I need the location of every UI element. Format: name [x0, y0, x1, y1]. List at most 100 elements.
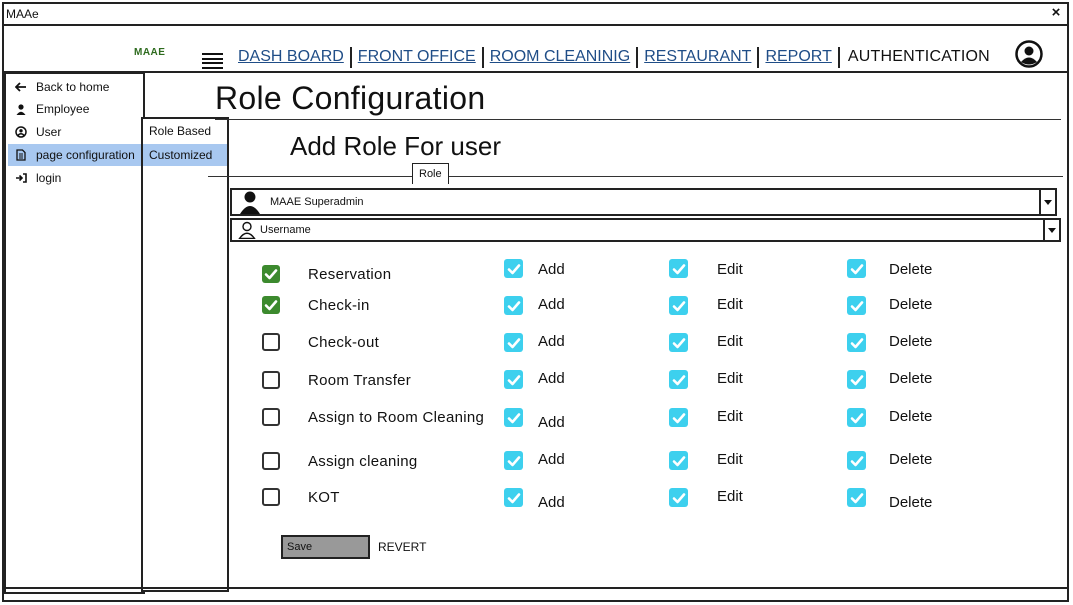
permission-checkbox[interactable] [262, 408, 280, 426]
add-checkbox[interactable] [504, 408, 523, 427]
permission-label: Check-in [308, 297, 370, 314]
delete-label: Delete [889, 451, 933, 468]
permission-row: Assign cleaning Add Edit Delete [260, 448, 1060, 474]
add-checkbox[interactable] [504, 259, 523, 278]
add-label: Add [538, 494, 565, 511]
submenu-item-role-based[interactable]: Role Based [143, 120, 227, 142]
permission-row: Assign to Room Cleaning Add Edit Delete [260, 404, 1060, 431]
top-nav: DASH BOARD FRONT OFFICE ROOM CLEANINIG R… [238, 46, 990, 68]
sidebar-item-back-to-home[interactable]: Back to home [8, 76, 143, 98]
permission-label: Check-out [308, 334, 380, 351]
delete-label: Delete [889, 370, 933, 387]
delete-checkbox[interactable] [847, 488, 866, 507]
title-divider [215, 119, 1061, 120]
login-icon [14, 173, 28, 183]
window-title: MAAe [6, 7, 39, 21]
delete-checkbox[interactable] [847, 333, 866, 352]
document-icon [14, 149, 28, 161]
edit-label: Edit [717, 488, 743, 505]
nav-front-office[interactable]: FRONT OFFICE [352, 48, 482, 66]
edit-checkbox[interactable] [669, 296, 688, 315]
edit-checkbox[interactable] [669, 259, 688, 278]
logo: MAAE [134, 47, 166, 58]
edit-label: Edit [717, 370, 743, 387]
delete-checkbox[interactable] [847, 370, 866, 389]
delete-checkbox[interactable] [847, 296, 866, 315]
sidebar-item-user[interactable]: User [8, 121, 143, 143]
nav-restaurant[interactable]: RESTAURANT [638, 48, 757, 66]
add-checkbox[interactable] [504, 488, 523, 507]
permission-row: Check-in Add Edit Delete [260, 292, 1060, 318]
add-checkbox[interactable] [504, 451, 523, 470]
permission-checkbox[interactable] [262, 265, 280, 283]
role-divider [208, 176, 1063, 177]
permission-label: KOT [308, 489, 340, 506]
sidebar-item-label: Employee [36, 102, 90, 116]
sidebar-item-page-configuration[interactable]: page configuration [8, 144, 143, 166]
role-tab[interactable]: Role [412, 163, 449, 184]
permission-label: Reservation [308, 266, 392, 283]
user-avatar-icon[interactable] [1015, 40, 1043, 68]
delete-label: Delete [889, 333, 933, 350]
edit-checkbox[interactable] [669, 488, 688, 507]
role-select-value: MAAE Superadmin [270, 196, 364, 208]
add-label: Add [538, 414, 565, 431]
edit-label: Edit [717, 451, 743, 468]
edit-checkbox[interactable] [669, 408, 688, 427]
sidebar-item-login[interactable]: login [8, 167, 143, 189]
edit-checkbox[interactable] [669, 370, 688, 389]
permission-checkbox[interactable] [262, 371, 280, 389]
user-silhouette-icon [240, 190, 260, 214]
sidebar-item-employee[interactable]: Employee [8, 98, 143, 120]
save-button[interactable]: Save [281, 535, 370, 559]
nav-authentication[interactable]: AUTHENTICATION [840, 48, 990, 66]
edit-label: Edit [717, 261, 743, 278]
nav-dashboard[interactable]: DASH BOARD [238, 48, 350, 66]
delete-label: Delete [889, 296, 933, 313]
sidebar-item-label: page configuration [36, 148, 135, 162]
delete-label: Delete [889, 408, 933, 425]
add-checkbox[interactable] [504, 370, 523, 389]
footer-divider [4, 587, 1067, 589]
edit-checkbox[interactable] [669, 333, 688, 352]
permission-label: Assign to Room Cleaning [308, 409, 485, 426]
submenu: Role Based Customized [141, 117, 229, 592]
title-bar [4, 4, 1067, 26]
sidebar-item-label: Back to home [36, 80, 110, 94]
permission-row: KOT Add Edit Delete [260, 484, 1060, 511]
chevron-down-icon[interactable] [1039, 190, 1055, 214]
close-button[interactable]: × [1048, 5, 1064, 21]
permission-label: Assign cleaning [308, 453, 418, 470]
edit-checkbox[interactable] [669, 451, 688, 470]
add-label: Add [538, 333, 565, 350]
person-icon [14, 103, 28, 115]
add-label: Add [538, 451, 565, 468]
sidebar: Back to home Employee User page configur… [4, 72, 145, 594]
delete-checkbox[interactable] [847, 451, 866, 470]
hamburger-menu-icon[interactable] [202, 53, 223, 71]
sidebar-item-label: User [36, 125, 62, 139]
delete-label: Delete [889, 494, 933, 511]
chevron-down-icon[interactable] [1043, 220, 1059, 240]
username-select[interactable]: Username [230, 218, 1061, 242]
add-checkbox[interactable] [504, 333, 523, 352]
add-label: Add [538, 370, 565, 387]
user-outline-icon [238, 221, 256, 239]
permission-checkbox[interactable] [262, 296, 280, 314]
permission-checkbox[interactable] [262, 333, 280, 351]
add-checkbox[interactable] [504, 296, 523, 315]
edit-label: Edit [717, 296, 743, 313]
permission-label: Room Transfer [308, 372, 412, 389]
nav-report[interactable]: REPORT [759, 48, 837, 66]
permission-row: Check-out Add Edit Delete [260, 329, 1060, 355]
nav-room-cleaning[interactable]: ROOM CLEANINIG [484, 48, 636, 66]
permission-checkbox[interactable] [262, 488, 280, 506]
delete-checkbox[interactable] [847, 259, 866, 278]
add-label: Add [538, 261, 565, 278]
delete-checkbox[interactable] [847, 408, 866, 427]
permission-checkbox[interactable] [262, 452, 280, 470]
revert-button[interactable]: REVERT [378, 540, 426, 554]
user-circle-icon [14, 126, 28, 138]
submenu-item-customized[interactable]: Customized [143, 144, 227, 166]
role-select[interactable]: MAAE Superadmin [230, 188, 1057, 216]
